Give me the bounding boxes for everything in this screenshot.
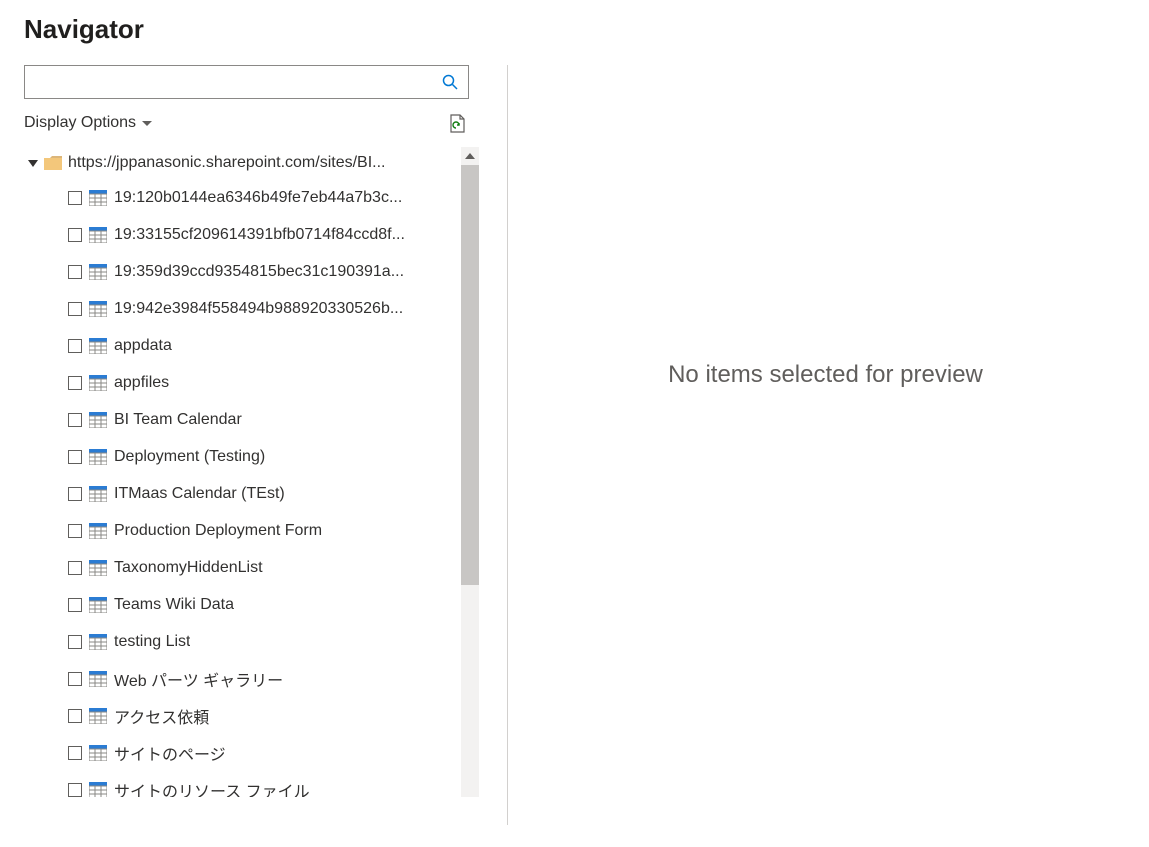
display-options-label: Display Options xyxy=(24,114,136,132)
search-icon[interactable] xyxy=(438,70,462,94)
tree-item[interactable]: Production Deployment Form xyxy=(24,512,461,549)
tree-item-label: appfiles xyxy=(114,374,169,392)
tree-item[interactable]: 19:359d39ccd9354815bec31c190391a... xyxy=(24,253,461,290)
checkbox[interactable] xyxy=(68,265,82,279)
search-input[interactable] xyxy=(33,66,438,98)
navigator-tree[interactable]: https://jppanasonic.sharepoint.com/sites… xyxy=(24,147,461,797)
table-icon xyxy=(89,227,107,243)
table-icon xyxy=(89,301,107,317)
tree-item[interactable]: testing List xyxy=(24,623,461,660)
tree-item[interactable]: appfiles xyxy=(24,364,461,401)
tree-item-label: Web パーツ ギャラリー xyxy=(114,667,283,691)
checkbox[interactable] xyxy=(68,783,82,797)
checkbox[interactable] xyxy=(68,709,82,723)
search-box[interactable] xyxy=(24,65,469,99)
tree-item-label: BI Team Calendar xyxy=(114,411,242,429)
table-icon xyxy=(89,671,107,687)
tree-item-label: アクセス依頼 xyxy=(114,704,209,728)
refresh-icon[interactable] xyxy=(445,111,469,135)
tree-item-label: Deployment (Testing) xyxy=(114,448,265,466)
tree-item[interactable]: アクセス依頼 xyxy=(24,697,461,734)
checkbox[interactable] xyxy=(68,746,82,760)
checkbox[interactable] xyxy=(68,339,82,353)
table-icon xyxy=(89,708,107,724)
table-icon xyxy=(89,264,107,280)
table-icon xyxy=(89,523,107,539)
table-icon xyxy=(89,745,107,761)
tree-item-label: 19:359d39ccd9354815bec31c190391a... xyxy=(114,263,404,281)
tree-item-label: サイトのリソース ファイル xyxy=(114,778,310,798)
tree-item[interactable]: ITMaas Calendar (TEst) xyxy=(24,475,461,512)
tree-item-label: 19:33155cf209614391bfb0714f84ccd8f... xyxy=(114,226,405,244)
scroll-thumb[interactable] xyxy=(461,165,479,585)
tree-item[interactable]: Teams Wiki Data xyxy=(24,586,461,623)
checkbox[interactable] xyxy=(68,524,82,538)
tree-item[interactable]: TaxonomyHiddenList xyxy=(24,549,461,586)
tree-item-label: Production Deployment Form xyxy=(114,522,322,540)
table-icon xyxy=(89,190,107,206)
table-icon xyxy=(89,412,107,428)
checkbox[interactable] xyxy=(68,413,82,427)
checkbox[interactable] xyxy=(68,191,82,205)
checkbox[interactable] xyxy=(68,228,82,242)
preview-panel: No items selected for preview xyxy=(526,65,1125,825)
checkbox[interactable] xyxy=(68,302,82,316)
tree-item-label: testing List xyxy=(114,633,190,651)
checkbox[interactable] xyxy=(68,561,82,575)
checkbox[interactable] xyxy=(68,672,82,686)
table-icon xyxy=(89,597,107,613)
tree-item[interactable]: 19:120b0144ea6346b49fe7eb44a7b3c... xyxy=(24,179,461,216)
checkbox[interactable] xyxy=(68,635,82,649)
table-icon xyxy=(89,486,107,502)
table-icon xyxy=(89,449,107,465)
tree-item[interactable]: 19:33155cf209614391bfb0714f84ccd8f... xyxy=(24,216,461,253)
tree-item[interactable]: 19:942e3984f558494b988920330526b... xyxy=(24,290,461,327)
tree-item-label: TaxonomyHiddenList xyxy=(114,559,263,577)
scroll-up-icon[interactable] xyxy=(461,147,479,165)
preview-empty-message: No items selected for preview xyxy=(668,361,983,389)
chevron-down-icon xyxy=(142,114,152,132)
expander-icon[interactable] xyxy=(28,158,38,168)
folder-icon xyxy=(44,156,62,170)
tree-item[interactable]: サイトのリソース ファイル xyxy=(24,771,461,797)
checkbox[interactable] xyxy=(68,598,82,612)
panel-divider xyxy=(507,65,508,825)
tree-item[interactable]: サイトのページ xyxy=(24,734,461,771)
checkbox[interactable] xyxy=(68,450,82,464)
tree-item-label: ITMaas Calendar (TEst) xyxy=(114,485,285,503)
table-icon xyxy=(89,375,107,391)
table-icon xyxy=(89,560,107,576)
table-icon xyxy=(89,338,107,354)
checkbox[interactable] xyxy=(68,376,82,390)
table-icon xyxy=(89,634,107,650)
tree-item[interactable]: Web パーツ ギャラリー xyxy=(24,660,461,697)
table-icon xyxy=(89,782,107,798)
tree-item-label: 19:942e3984f558494b988920330526b... xyxy=(114,300,403,318)
checkbox[interactable] xyxy=(68,487,82,501)
tree-item[interactable]: BI Team Calendar xyxy=(24,401,461,438)
tree-item-label: サイトのページ xyxy=(114,741,226,765)
display-options-dropdown[interactable]: Display Options xyxy=(24,114,152,132)
tree-item[interactable]: Deployment (Testing) xyxy=(24,438,461,475)
left-panel: Display Options xyxy=(24,65,489,825)
tree-item-label: Teams Wiki Data xyxy=(114,596,234,614)
tree-item-label: 19:120b0144ea6346b49fe7eb44a7b3c... xyxy=(114,189,402,207)
tree-item-label: appdata xyxy=(114,337,172,355)
tree-root-label: https://jppanasonic.sharepoint.com/sites… xyxy=(68,154,386,172)
page-title: Navigator xyxy=(24,14,1125,45)
tree-root[interactable]: https://jppanasonic.sharepoint.com/sites… xyxy=(24,147,461,179)
scrollbar[interactable] xyxy=(461,147,479,797)
tree-item[interactable]: appdata xyxy=(24,327,461,364)
